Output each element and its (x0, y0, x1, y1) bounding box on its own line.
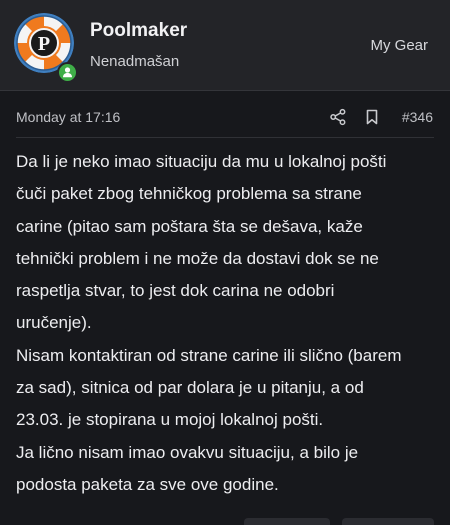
reply-button[interactable] (342, 518, 434, 525)
avatar-container[interactable]: P (14, 13, 78, 83)
post-date-link[interactable]: Monday at 17:16 (16, 109, 120, 125)
user-header: P Poolmaker Nenadmašan My Gear (0, 0, 450, 91)
user-title: Nenadmašan (90, 53, 180, 70)
share-icon[interactable] (329, 108, 347, 126)
message-line: 23.03. je stopirana u mojoj lokalnoj poš… (16, 410, 324, 430)
post-number-link[interactable]: #346 (402, 109, 433, 125)
divider (16, 137, 434, 138)
bookmark-icon[interactable] (363, 108, 381, 126)
reaction-button[interactable] (244, 518, 330, 525)
message-line: Da li je neko imao situaciju da mu u lok… (16, 152, 387, 171)
message-line: za sad), sitnica od par dolara je u pita… (16, 378, 364, 398)
message-line: raspetlja stvar, to jest dok carina ne o… (16, 281, 335, 301)
message-line: Nisam kontaktiran od strane carine ili s… (16, 345, 402, 365)
username-link[interactable]: Poolmaker (90, 20, 187, 42)
post-page: P Poolmaker Nenadmašan My Gear Monday at… (0, 0, 450, 525)
post-message-body: Da li je neko imao situaciju da mu u lok… (16, 146, 440, 501)
message-line: tehnički problem i ne može da dostavi do… (16, 248, 379, 268)
message-line: podosta paketa za sve ove godine. (16, 474, 279, 494)
message-line: carine (pitao sam poštara šta se dešava,… (16, 216, 363, 236)
avatar-letter: P (38, 33, 50, 55)
message-line: Ja lično nisam imao ovakvu situaciju, a … (16, 442, 359, 462)
message-line: uručenje). (16, 313, 92, 333)
online-status-icon (57, 62, 78, 83)
message-line: čuči paket zbog tehničkog problema sa st… (16, 184, 362, 204)
post-meta-row: Monday at 17:16 #346 (0, 100, 450, 136)
my-gear-link[interactable]: My Gear (370, 37, 428, 54)
